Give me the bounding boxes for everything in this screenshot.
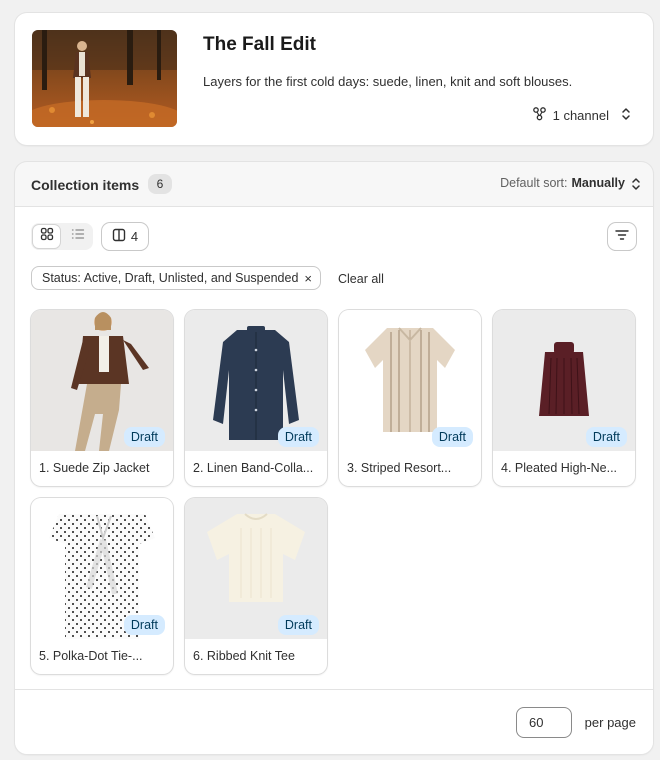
product-tile[interactable]: Draft 5. Polka-Dot Tie-... — [31, 498, 173, 674]
collection-items-header: Collection items 6 Default sort: Manuall… — [15, 162, 653, 206]
status-badge: Draft — [277, 615, 319, 635]
status-badge: Draft — [123, 615, 165, 635]
product-title: 1. Suede Zip Jacket — [39, 461, 150, 475]
list-icon — [71, 227, 85, 246]
chevron-updown-icon — [621, 107, 631, 124]
product-title: 3. Striped Resort... — [347, 461, 452, 475]
status-badge: Draft — [585, 427, 627, 447]
filter-sort-button[interactable] — [608, 223, 636, 250]
columns-count: 4 — [130, 229, 139, 244]
product-tile[interactable]: Draft 2. Linen Band-Colla... — [185, 310, 327, 486]
collection-header-card: The Fall Edit Layers for the first cold … — [15, 13, 653, 145]
sort-selector[interactable]: Default sort: Manually — [500, 176, 640, 190]
collection-items-card: Collection items 6 Default sort: Manuall… — [15, 162, 653, 754]
status-badge: Draft — [277, 427, 319, 447]
product-title: 6. Ribbed Knit Tee — [193, 649, 295, 663]
product-tile[interactable]: Draft 3. Striped Resort... — [339, 310, 481, 486]
list-view-button[interactable] — [64, 225, 91, 248]
product-title: 5. Polka-Dot Tie-... — [39, 649, 143, 663]
status-badge: Draft — [431, 427, 473, 447]
collection-items-title: Collection items — [31, 177, 140, 193]
product-tile[interactable]: Draft 1. Suede Zip Jacket — [31, 310, 173, 486]
grid-view-button[interactable] — [33, 225, 60, 248]
collection-cover-image[interactable] — [32, 30, 177, 127]
sort-value: Manually — [571, 176, 626, 190]
grid-icon — [40, 227, 54, 246]
chevron-updown-icon — [631, 177, 641, 194]
per-page-input[interactable]: 60 — [516, 707, 572, 738]
pagination-footer: 60 per page — [15, 689, 653, 754]
columns-button[interactable]: 4 — [102, 223, 148, 250]
channel-count-label: 1 channel — [552, 107, 609, 123]
view-toggle — [31, 223, 93, 250]
items-count-badge: 6 — [148, 174, 172, 194]
product-title: 2. Linen Band-Colla... — [193, 461, 314, 475]
collection-items-body: 4 Status: Active, Draft, Unlisted, and S… — [15, 206, 653, 754]
filter-icon — [615, 228, 629, 246]
product-title: 4. Pleated High-Ne... — [501, 461, 618, 475]
collection-title: The Fall Edit — [203, 34, 316, 55]
product-tile[interactable]: Draft 6. Ribbed Knit Tee — [185, 498, 327, 674]
status-filter-chip[interactable]: Status: Active, Draft, Unlisted, and Sus… — [31, 266, 321, 290]
per-page-label: per page — [584, 715, 636, 730]
columns-icon — [112, 228, 126, 245]
channels-icon — [532, 106, 547, 124]
status-filter-label: Status: Active, Draft, Unlisted, and Sus… — [42, 271, 299, 285]
channel-selector[interactable]: 1 channel — [532, 106, 631, 124]
clear-all-button[interactable]: Clear all — [338, 272, 384, 286]
status-badge: Draft — [123, 427, 165, 447]
product-tile[interactable]: Draft 4. Pleated High-Ne... — [493, 310, 635, 486]
collection-description: Layers for the first cold days: suede, l… — [203, 74, 573, 89]
sort-prefix: Default sort: — [500, 176, 568, 190]
close-icon[interactable]: × — [304, 271, 312, 286]
